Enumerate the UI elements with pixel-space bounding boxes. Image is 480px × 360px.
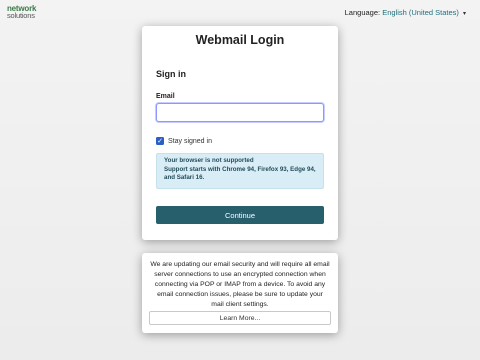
chevron-down-icon[interactable]: ▾ xyxy=(463,11,466,17)
security-notice-card: We are updating our email security and w… xyxy=(142,253,338,333)
page-title: Webmail Login xyxy=(195,33,285,47)
security-notice-text: We are updating our email security and w… xyxy=(150,261,330,308)
email-label: Email xyxy=(156,93,175,100)
learn-more-button[interactable]: Learn More... xyxy=(149,311,331,325)
browser-warning-title: Your browser is not supported xyxy=(164,157,254,164)
continue-button[interactable]: Continue xyxy=(156,206,324,224)
browser-warning-detail: Support starts with Chrome 94, Firefox 9… xyxy=(164,165,316,182)
stay-signed-in-row[interactable]: ✓ Stay signed in xyxy=(156,137,212,145)
language-selector[interactable]: Language: English (United States) ▾ xyxy=(345,8,466,17)
logo-line-2: solutions xyxy=(7,11,35,20)
language-value[interactable]: English (United States) xyxy=(382,8,459,17)
stay-signed-in-checkbox[interactable]: ✓ xyxy=(156,137,164,145)
login-card: Webmail Login Sign in Email ✓ Stay signe… xyxy=(142,26,338,240)
stay-signed-in-label[interactable]: Stay signed in xyxy=(168,138,212,145)
sign-in-heading: Sign in xyxy=(156,69,186,79)
email-field[interactable] xyxy=(156,103,324,122)
language-label: Language: xyxy=(344,8,381,17)
browser-warning: Your browser is not supported Support st… xyxy=(156,153,324,189)
network-solutions-logo[interactable]: network solutions xyxy=(7,5,36,20)
